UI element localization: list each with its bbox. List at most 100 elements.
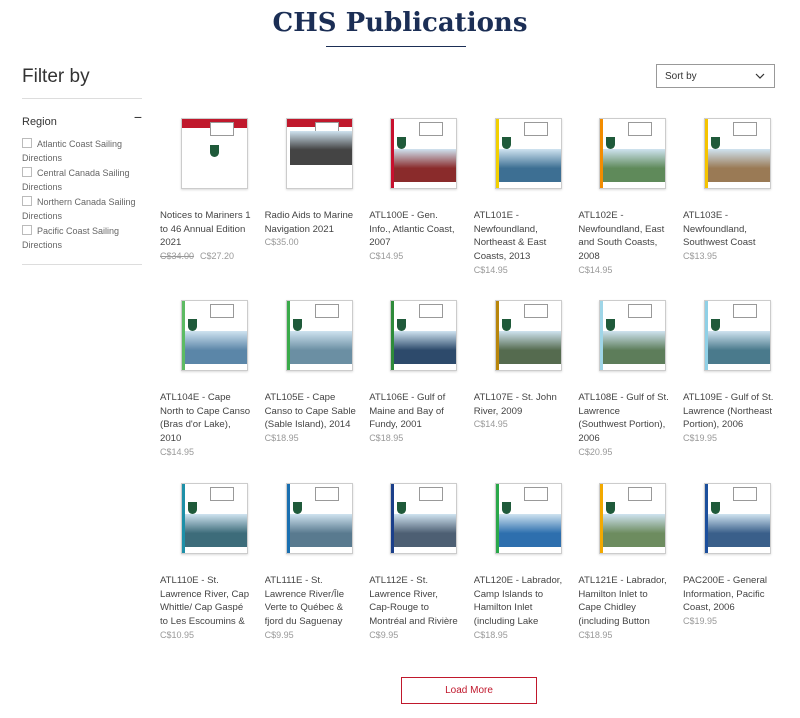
product-name[interactable]: Radio Aids to Marine Navigation 2021 <box>265 209 357 236</box>
original-price: C$34.00 <box>160 251 195 262</box>
product-image[interactable] <box>599 118 667 189</box>
product-price: C$18.95 <box>369 432 461 445</box>
product-price: C$13.95 <box>683 250 775 263</box>
product-card[interactable]: ATL101E - Newfoundland, Northeast & East… <box>474 116 566 298</box>
product-image[interactable] <box>703 300 771 371</box>
product-image[interactable] <box>390 300 458 371</box>
product-name[interactable]: ATL100E - Gen. Info., Atlantic Coast, 20… <box>369 209 461 250</box>
filter-divider <box>22 98 142 99</box>
sort-label: Sort by <box>665 71 697 82</box>
region-option-northern[interactable]: Northern Canada Sailing Directions <box>22 195 144 223</box>
product-name[interactable]: Notices to Mariners 1 to 46 Annual Editi… <box>160 209 252 250</box>
region-label: Region <box>22 116 57 128</box>
product-card[interactable]: ATL110E - St. Lawrence River, Cap Whittl… <box>160 481 252 664</box>
product-card[interactable]: ATL107E - St. John River, 2009 C$14.95 <box>474 298 566 481</box>
current-price: C$18.95 <box>473 630 508 640</box>
product-image[interactable] <box>494 483 562 554</box>
filter-divider <box>22 264 142 265</box>
current-price: C$14.95 <box>473 264 508 275</box>
option-label: Northern Canada Sailing Directions <box>22 197 136 221</box>
product-name[interactable]: ATL103E - Newfoundland, Southwest Coast <box>683 209 775 250</box>
product-image[interactable] <box>703 483 771 554</box>
region-option-central[interactable]: Central Canada Sailing Directions <box>22 166 144 194</box>
product-name[interactable]: ATL105E - Cape Canso to Cape Sable (Sabl… <box>265 391 357 432</box>
product-name[interactable]: ATL120E - Labrador, Camp Islands to Hami… <box>474 574 566 629</box>
product-card[interactable]: ATL108E - Gulf of St. Lawrence (Southwes… <box>578 298 670 481</box>
chevron-down-icon <box>755 73 765 79</box>
region-option-atlantic[interactable]: Atlantic Coast Sailing Directions <box>22 137 144 165</box>
product-card[interactable]: ATL112E - St. Lawrence River, Cap-Rouge … <box>369 481 461 664</box>
product-name[interactable]: ATL102E - Newfoundland, East and South C… <box>578 209 670 264</box>
product-name[interactable]: ATL104E - Cape North to Cape Canso (Bras… <box>160 391 252 446</box>
checkbox-icon <box>22 167 32 177</box>
product-image[interactable] <box>494 118 562 189</box>
checkbox-icon <box>22 196 32 206</box>
product-name[interactable]: PAC200E - General Information, Pacific C… <box>683 574 775 615</box>
product-price: C$18.95 <box>578 629 670 642</box>
current-price: C$9.95 <box>369 630 399 640</box>
product-price: C$18.95 <box>265 432 357 445</box>
product-card[interactable]: ATL103E - Newfoundland, Southwest Coast C… <box>683 116 775 298</box>
product-image[interactable] <box>599 300 667 371</box>
product-image[interactable] <box>285 118 353 189</box>
current-price: C$14.95 <box>160 446 195 457</box>
current-price: C$20.95 <box>578 446 613 457</box>
product-name[interactable]: ATL109E - Gulf of St. Lawrence (Northeas… <box>683 391 775 432</box>
product-card[interactable]: ATL121E - Labrador, Hamilton Inlet to Ca… <box>578 481 670 664</box>
product-image[interactable] <box>181 300 248 371</box>
current-price: C$14.95 <box>369 251 404 262</box>
product-name[interactable]: ATL101E - Newfoundland, Northeast & East… <box>474 209 566 264</box>
product-name[interactable]: ATL112E - St. Lawrence River, Cap-Rouge … <box>369 574 461 629</box>
product-name[interactable]: ATL108E - Gulf of St. Lawrence (Southwes… <box>578 391 670 446</box>
product-card[interactable]: Radio Aids to Marine Navigation 2021 C$35… <box>265 116 357 298</box>
product-image[interactable] <box>703 118 771 189</box>
current-price: C$9.95 <box>264 629 294 640</box>
product-image[interactable] <box>390 118 458 189</box>
product-card[interactable]: ATL120E - Labrador, Camp Islands to Hami… <box>474 481 566 664</box>
current-price: C$18.95 <box>369 433 404 444</box>
current-price: C$14.95 <box>578 264 613 275</box>
product-image[interactable] <box>494 300 562 371</box>
product-card[interactable]: ATL102E - Newfoundland, East and South C… <box>578 116 670 298</box>
product-card[interactable]: ATL105E - Cape Canso to Cape Sable (Sabl… <box>265 298 357 481</box>
load-more-button[interactable]: Load More <box>401 677 537 704</box>
product-image[interactable] <box>181 483 248 554</box>
product-image[interactable] <box>181 118 248 189</box>
product-name[interactable]: ATL110E - St. Lawrence River, Cap Whittl… <box>160 574 252 629</box>
region-filter-toggle[interactable]: Region − <box>22 109 142 130</box>
product-image[interactable] <box>285 300 353 371</box>
current-price: C$27.20 <box>200 251 235 262</box>
product-name[interactable]: ATL107E - St. John River, 2009 <box>474 391 566 418</box>
collapse-icon: − <box>133 109 142 125</box>
current-price: C$18.95 <box>264 433 299 444</box>
product-price: C$14.95 <box>578 264 670 277</box>
current-price: C$18.95 <box>578 630 613 640</box>
product-price: C$14.95 <box>160 446 252 459</box>
product-card[interactable]: ATL100E - Gen. Info., Atlantic Coast, 20… <box>369 116 461 298</box>
product-card[interactable]: ATL106E - Gulf of Maine and Bay of Fundy… <box>369 298 461 481</box>
region-option-pacific[interactable]: Pacific Coast Sailing Directions <box>22 224 144 252</box>
page-title: CHS Publications <box>272 8 528 38</box>
product-image[interactable] <box>599 483 667 554</box>
checkbox-icon <box>22 225 32 235</box>
product-name[interactable]: ATL106E - Gulf of Maine and Bay of Fundy… <box>369 391 461 432</box>
product-card[interactable]: ATL111E - St. Lawrence River/Île Verte t… <box>265 481 357 664</box>
region-options: Atlantic Coast Sailing Directions Centra… <box>22 137 144 253</box>
product-image[interactable] <box>390 483 458 554</box>
current-price: C$14.95 <box>473 419 508 430</box>
product-name[interactable]: ATL121E - Labrador, Hamilton Inlet to Ca… <box>578 574 670 629</box>
product-card[interactable]: Notices to Mariners 1 to 46 Annual Editi… <box>160 116 252 298</box>
product-price: C$14.95 <box>474 264 566 277</box>
product-price: C$35.00 <box>265 236 357 249</box>
product-name[interactable]: ATL111E - St. Lawrence River/Île Verte t… <box>265 574 357 629</box>
product-card[interactable]: ATL109E - Gulf of St. Lawrence (Northeas… <box>683 298 775 481</box>
current-price: C$35.00 <box>264 237 299 248</box>
product-image[interactable] <box>285 483 353 554</box>
product-price: C$14.95 <box>369 250 461 263</box>
product-price: C$20.95 <box>578 446 670 459</box>
filter-title: Filter by <box>22 66 90 87</box>
sort-dropdown[interactable]: Sort by <box>656 64 775 88</box>
product-price: C$14.95 <box>474 418 566 431</box>
product-card[interactable]: ATL104E - Cape North to Cape Canso (Bras… <box>160 298 252 481</box>
product-card[interactable]: PAC200E - General Information, Pacific C… <box>683 481 775 664</box>
